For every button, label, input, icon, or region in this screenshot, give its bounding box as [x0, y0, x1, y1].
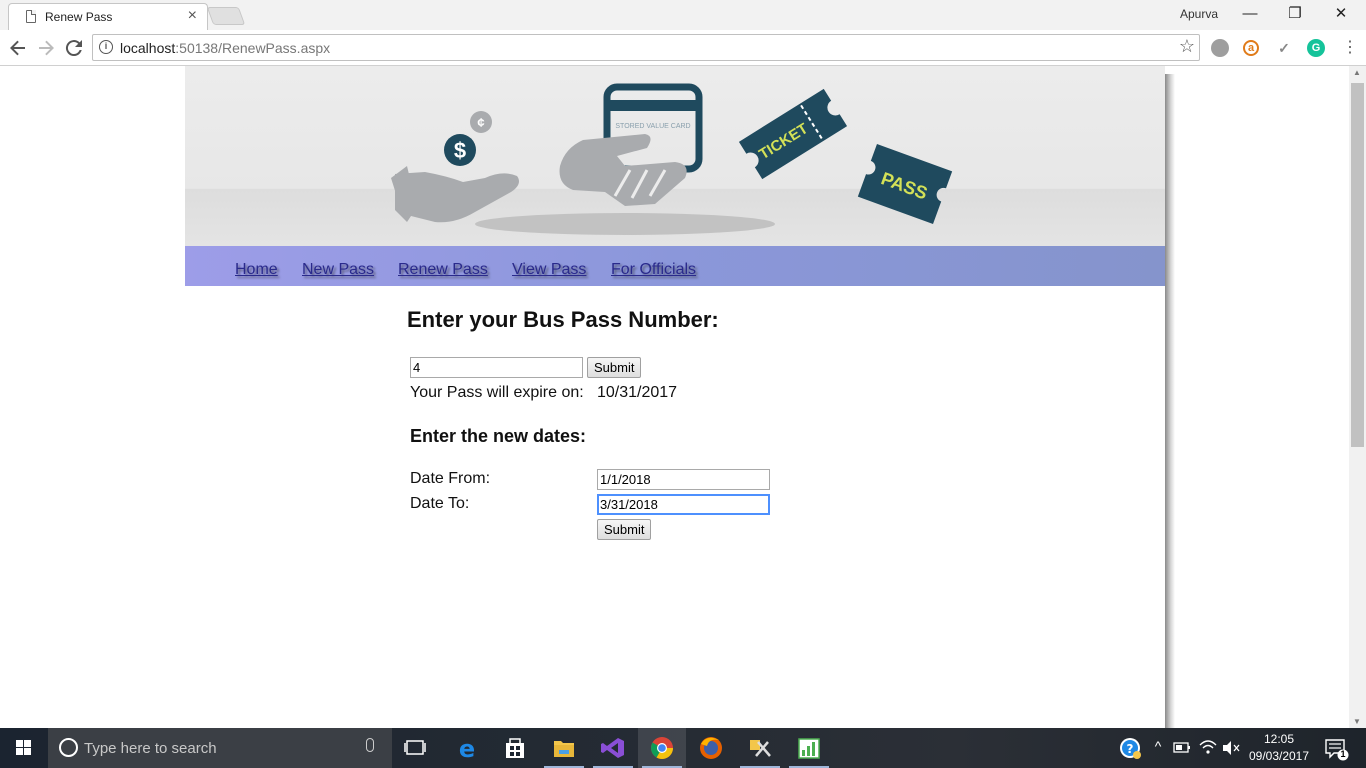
back-arrow-icon[interactable] — [6, 36, 30, 60]
chart-app-icon[interactable] — [785, 728, 833, 768]
nav-new-pass[interactable]: New Pass — [302, 261, 374, 279]
hand-card-icon: STORED VALUE CARD — [559, 83, 703, 206]
action-center-icon[interactable]: 1 — [1318, 728, 1354, 768]
page-heading: Enter your Bus Pass Number: — [407, 307, 719, 332]
browser-tab[interactable]: Renew Pass × — [8, 3, 208, 30]
nav-home[interactable]: Home — [235, 261, 278, 279]
extension-check-icon[interactable]: ✓ — [1275, 39, 1293, 57]
url-text[interactable]: localhost:50138/RenewPass.aspx — [120, 40, 330, 56]
expire-value: 10/31/2017 — [597, 384, 678, 401]
clock-time[interactable]: 12:05 — [1244, 732, 1314, 746]
pass-submit-button[interactable]: Submit — [587, 357, 642, 378]
taskbar-search-box[interactable]: Type here to search — [48, 728, 392, 768]
visual-studio-icon[interactable] — [589, 728, 637, 768]
windows-taskbar: Type here to search e ? ^ 12:05 09/03/20 — [0, 728, 1366, 768]
pass-icon: PASS — [857, 144, 953, 224]
ticket-icon: TICKET — [738, 88, 848, 180]
page-favicon-icon — [26, 10, 36, 23]
tray-chevron-icon[interactable]: ^ — [1150, 738, 1166, 754]
address-bar[interactable]: i localhost:50138/RenewPass.aspx ☆ — [92, 34, 1200, 61]
menu-kebab-icon[interactable]: ⋮ — [1338, 36, 1362, 60]
edge-browser-icon[interactable]: e — [443, 728, 491, 768]
clock-date[interactable]: 09/03/2017 — [1244, 749, 1314, 763]
browser-toolbar: i localhost:50138/RenewPass.aspx ☆ a ✓ G… — [0, 30, 1366, 66]
battery-icon[interactable] — [1170, 728, 1194, 768]
file-explorer-icon[interactable] — [540, 728, 588, 768]
windows-start-button[interactable] — [0, 728, 48, 768]
minimize-icon[interactable]: — — [1230, 3, 1270, 27]
tab-title: Renew Pass — [45, 10, 113, 24]
profile-name[interactable]: Apurva — [1180, 7, 1218, 21]
card-text: STORED VALUE CARD — [615, 123, 690, 130]
nav-for-officials[interactable]: For Officials — [611, 261, 696, 279]
window-close-icon[interactable]: ✕ — [1321, 3, 1361, 27]
volume-muted-icon[interactable] — [1220, 728, 1242, 768]
nav-view-pass[interactable]: View Pass — [512, 261, 586, 279]
date-from-input[interactable] — [597, 469, 770, 490]
notification-count: 1 — [1340, 749, 1346, 759]
forward-arrow-icon[interactable] — [34, 36, 58, 60]
firefox-icon[interactable] — [687, 728, 735, 768]
help-icon[interactable]: ? — [1108, 728, 1152, 768]
extension-pen-icon[interactable]: a — [1243, 40, 1259, 56]
task-view-icon[interactable] — [392, 728, 440, 768]
tab-close-icon[interactable]: × — [188, 7, 197, 25]
microphone-icon[interactable] — [366, 738, 374, 752]
pass-number-input[interactable] — [410, 357, 583, 378]
wifi-icon[interactable] — [1196, 728, 1220, 768]
windows-logo-icon — [16, 740, 31, 755]
banner-illustration: $ ¢ STORED VALUE CARD TICKET PASS — [391, 83, 953, 235]
url-host: localhost — [120, 40, 176, 56]
dates-submit-button[interactable]: Submit — [597, 519, 652, 540]
cent-text: ¢ — [477, 115, 484, 130]
scroll-down-icon[interactable]: ▼ — [1353, 717, 1361, 726]
expire-label: Your Pass will expire on: — [410, 384, 584, 401]
browser-titlebar: Renew Pass × Apurva — ❐ ✕ — [0, 0, 1366, 30]
page-scrollbar[interactable]: ▲ ▼ — [1349, 66, 1366, 728]
hand-coins-icon: $ ¢ — [391, 111, 519, 223]
svg-text:e: e — [459, 735, 475, 763]
extension-cube-icon[interactable] — [1211, 39, 1229, 57]
nav-renew-pass[interactable]: Renew Pass — [398, 261, 488, 279]
dollar-text: $ — [454, 138, 466, 163]
svg-text:?: ? — [1127, 742, 1134, 756]
taskbar-search-placeholder: Type here to search — [84, 740, 217, 757]
tools-icon[interactable] — [736, 728, 784, 768]
scrollbar-thumb[interactable] — [1351, 83, 1364, 447]
date-to-label: Date To: — [410, 495, 470, 512]
header-banner: $ ¢ STORED VALUE CARD TICKET PASS — [185, 66, 1165, 246]
url-path: :50138/RenewPass.aspx — [175, 40, 331, 56]
new-dates-heading: Enter the new dates: — [410, 426, 587, 446]
page-viewport: $ ¢ STORED VALUE CARD TICKET PASS Home N… — [0, 66, 1366, 728]
date-from-label: Date From: — [410, 470, 491, 487]
bookmark-star-icon[interactable]: ☆ — [1179, 36, 1195, 57]
grammarly-icon[interactable]: G — [1307, 39, 1325, 57]
main-navbar: Home New Pass Renew Pass View Pass For O… — [185, 246, 1165, 286]
new-tab-button[interactable] — [206, 7, 246, 25]
date-to-input[interactable] — [597, 494, 770, 515]
restore-icon[interactable]: ❐ — [1275, 3, 1315, 27]
page-shadow — [1165, 74, 1175, 728]
cortana-icon — [59, 738, 78, 757]
reload-icon[interactable] — [62, 36, 86, 60]
chrome-icon[interactable] — [638, 728, 686, 768]
site-info-icon[interactable]: i — [99, 40, 113, 54]
store-icon[interactable] — [491, 728, 539, 768]
scroll-up-icon[interactable]: ▲ — [1353, 68, 1361, 77]
